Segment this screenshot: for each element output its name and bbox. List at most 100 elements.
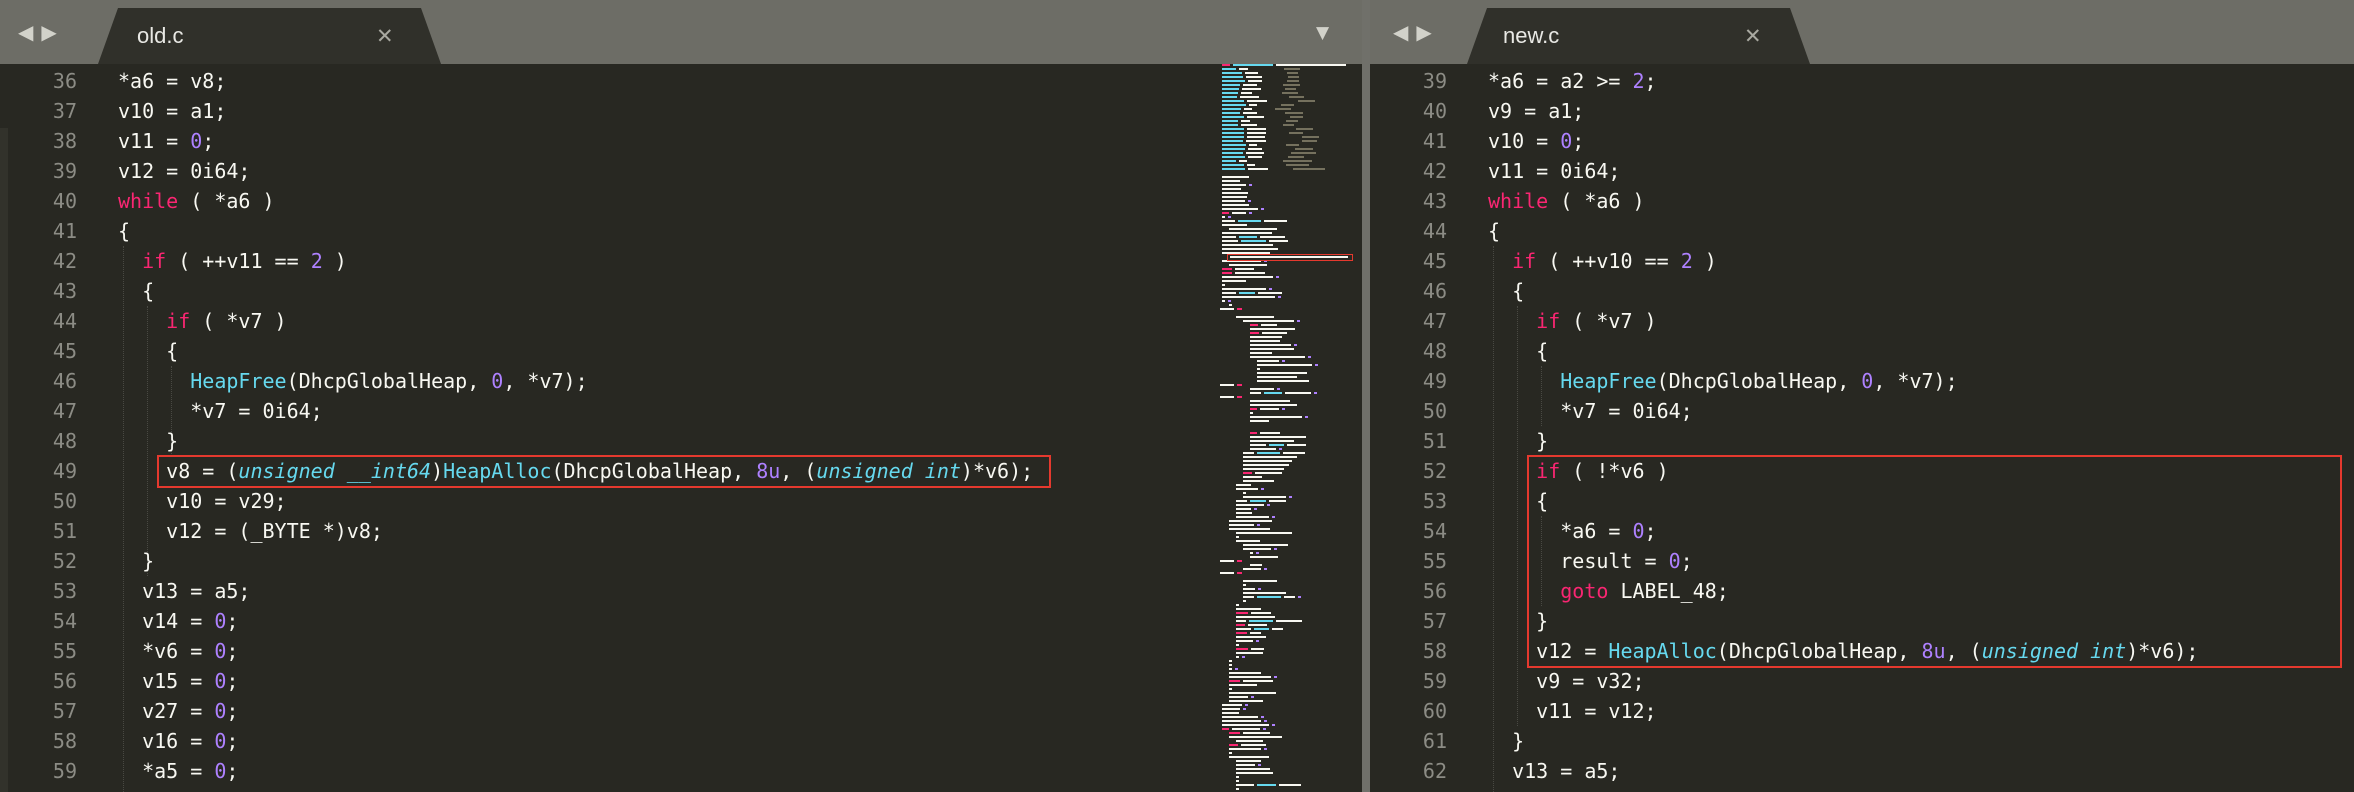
tab-prev-icon[interactable]: ◀ bbox=[18, 20, 33, 44]
code-line[interactable]: 45 { bbox=[0, 336, 1362, 366]
tab-new-c[interactable]: new.c ✕ bbox=[1467, 8, 1810, 64]
code-text: v13 = a5; bbox=[1488, 756, 1620, 786]
code-text: v10 = a1; bbox=[118, 96, 226, 126]
code-line[interactable]: 50 v10 = v29; bbox=[0, 486, 1362, 516]
code-text: v9 = v32; bbox=[1488, 666, 1645, 696]
tab-label: new.c bbox=[1503, 23, 1559, 49]
line-number: 60 bbox=[1370, 696, 1447, 726]
line-number: 50 bbox=[0, 486, 77, 516]
code-line[interactable]: 57 v27 = 0; bbox=[0, 696, 1362, 726]
code-text: while ( *a6 ) bbox=[118, 186, 275, 216]
line-number: 56 bbox=[1370, 576, 1447, 606]
code-line[interactable]: 52 } bbox=[0, 546, 1362, 576]
code-text: v10 = 0; bbox=[1488, 126, 1584, 156]
code-line[interactable]: 36*a6 = v8; bbox=[0, 66, 1362, 96]
code-line[interactable]: 59 *a5 = 0; bbox=[0, 756, 1362, 786]
line-number: 44 bbox=[1370, 216, 1447, 246]
code-line[interactable]: 38 v11 = 0; bbox=[0, 126, 1362, 156]
pane-divider[interactable] bbox=[1362, 0, 1370, 792]
code-line[interactable]: 43 { bbox=[0, 276, 1362, 306]
indent-guide bbox=[1541, 366, 1542, 426]
code-line[interactable]: 41v10 = 0; bbox=[1370, 126, 2354, 156]
line-number: 42 bbox=[0, 246, 77, 276]
code-text: v9 = a1; bbox=[1488, 96, 1584, 126]
line-number: 45 bbox=[1370, 246, 1447, 276]
line-number: 59 bbox=[1370, 666, 1447, 696]
line-number: 52 bbox=[1370, 456, 1447, 486]
line-number: 56 bbox=[0, 666, 77, 696]
close-icon[interactable]: ✕ bbox=[1744, 24, 1762, 48]
code-text: } bbox=[1488, 426, 1548, 456]
close-icon[interactable]: ✕ bbox=[376, 24, 394, 48]
indent-guide bbox=[123, 246, 124, 792]
code-line[interactable]: 46 { bbox=[1370, 276, 2354, 306]
code-line[interactable]: 39v12 = 0i64; bbox=[0, 156, 1362, 186]
minimap[interactable] bbox=[1218, 64, 1362, 792]
line-number: 39 bbox=[1370, 66, 1447, 96]
code-line[interactable]: 45 if ( ++v10 == 2 ) bbox=[1370, 246, 2354, 276]
editor-old[interactable]: 36*a6 = v8;37 v10 = a1; 38 v11 = 0;39v12 = … bbox=[0, 64, 1362, 792]
tab-next-icon[interactable]: ▶ bbox=[1416, 20, 1431, 44]
diff-window: ◀ ▶ old.c ✕ ▼ 36*a6 = v8;37 v10 = a1; 38 v1… bbox=[0, 0, 2354, 792]
code-line[interactable]: 40 while ( *a6 ) bbox=[0, 186, 1362, 216]
line-number: 40 bbox=[1370, 96, 1447, 126]
code-text: *a6 = a2 >= 2; bbox=[1488, 66, 1657, 96]
code-line[interactable]: 62 v13 = a5; bbox=[1370, 756, 2354, 786]
code-line[interactable]: 40 v9 = a1; bbox=[1370, 96, 2354, 126]
code-line[interactable]: 42 if ( ++v11 == 2 ) bbox=[0, 246, 1362, 276]
code-line[interactable]: 42v11 = 0i64; bbox=[1370, 156, 2354, 186]
tab-old-c[interactable]: old.c ✕ bbox=[98, 8, 441, 64]
tab-overflow-icon[interactable]: ▼ bbox=[1316, 23, 1329, 43]
line-number: 37 bbox=[0, 96, 77, 126]
line-number: 46 bbox=[0, 366, 77, 396]
line-number: 59 bbox=[0, 756, 77, 786]
code-line[interactable]: 44{ bbox=[1370, 216, 2354, 246]
code-line[interactable]: 46 HeapFree(DhcpGlobalHeap, 0, *v7); bbox=[0, 366, 1362, 396]
code-text: if ( v8 ) bbox=[118, 786, 250, 792]
line-number: 40 bbox=[0, 186, 77, 216]
line-number: 61 bbox=[1370, 726, 1447, 756]
code-line[interactable]: 48 } bbox=[0, 426, 1362, 456]
line-number: 57 bbox=[1370, 606, 1447, 636]
tab-next-icon[interactable]: ▶ bbox=[41, 20, 56, 44]
line-number: 42 bbox=[1370, 156, 1447, 186]
line-number: 54 bbox=[1370, 516, 1447, 546]
line-number: 43 bbox=[0, 276, 77, 306]
indent-guide bbox=[1493, 246, 1494, 792]
editor-new[interactable]: 39*a6 = a2 >= 2;40v9 = a1;41v10 = 0;42v1… bbox=[1370, 64, 2354, 792]
line-number: 55 bbox=[0, 636, 77, 666]
code-text: v16 = 0; bbox=[118, 726, 238, 756]
code-text: if ( *v7 ) bbox=[1488, 306, 1657, 336]
code-line[interactable]: 39 *a6 = a2 >= 2; bbox=[1370, 66, 2354, 96]
line-number: 58 bbox=[1370, 636, 1447, 666]
code-line[interactable]: 51 v12 = (_BYTE *)v8; bbox=[0, 516, 1362, 546]
code-line[interactable]: 61 } bbox=[1370, 726, 2354, 756]
code-line[interactable]: 47 *v7 = 0i64; bbox=[0, 396, 1362, 426]
code-line[interactable]: 56 v15 = 0; bbox=[0, 666, 1362, 696]
code-text: v11 = 0; bbox=[118, 126, 214, 156]
indent-guide bbox=[147, 306, 148, 576]
code-text: v12 = (_BYTE *)v8; bbox=[118, 516, 383, 546]
line-number: 45 bbox=[0, 336, 77, 366]
code-line[interactable]: 37 v10 = a1; bbox=[0, 96, 1362, 126]
code-line[interactable]: 60 if ( v8 ) bbox=[0, 786, 1362, 792]
line-number: 60 bbox=[0, 786, 77, 792]
code-line[interactable]: 54 v14 = 0; bbox=[0, 606, 1362, 636]
code-line[interactable]: 55 *v6 = 0; bbox=[0, 636, 1362, 666]
tab-prev-icon[interactable]: ◀ bbox=[1393, 20, 1408, 44]
indent-guide bbox=[1517, 306, 1518, 726]
code-line[interactable]: 41{ bbox=[0, 216, 1362, 246]
code-text: v12 = 0i64; bbox=[118, 156, 250, 186]
tabbar-right: ◀ ▶ new.c ✕ bbox=[1370, 0, 2354, 64]
code-text: HeapFree(DhcpGlobalHeap, 0, *v7); bbox=[1488, 366, 1958, 396]
diff-highlight-box bbox=[1527, 455, 2342, 668]
minimap-diff-marker bbox=[1227, 254, 1353, 261]
code-line[interactable]: 44 if ( *v7 ) bbox=[0, 306, 1362, 336]
code-text: *v7 = 0i64; bbox=[1488, 396, 1693, 426]
line-number: 38 bbox=[0, 126, 77, 156]
code-line[interactable]: 43while ( *a6 ) bbox=[1370, 186, 2354, 216]
line-number: 47 bbox=[1370, 306, 1447, 336]
code-text: if ( ++v10 == 2 ) bbox=[1488, 246, 1717, 276]
code-line[interactable]: 53 v13 = a5; bbox=[0, 576, 1362, 606]
code-line[interactable]: 58 v16 = 0; bbox=[0, 726, 1362, 756]
